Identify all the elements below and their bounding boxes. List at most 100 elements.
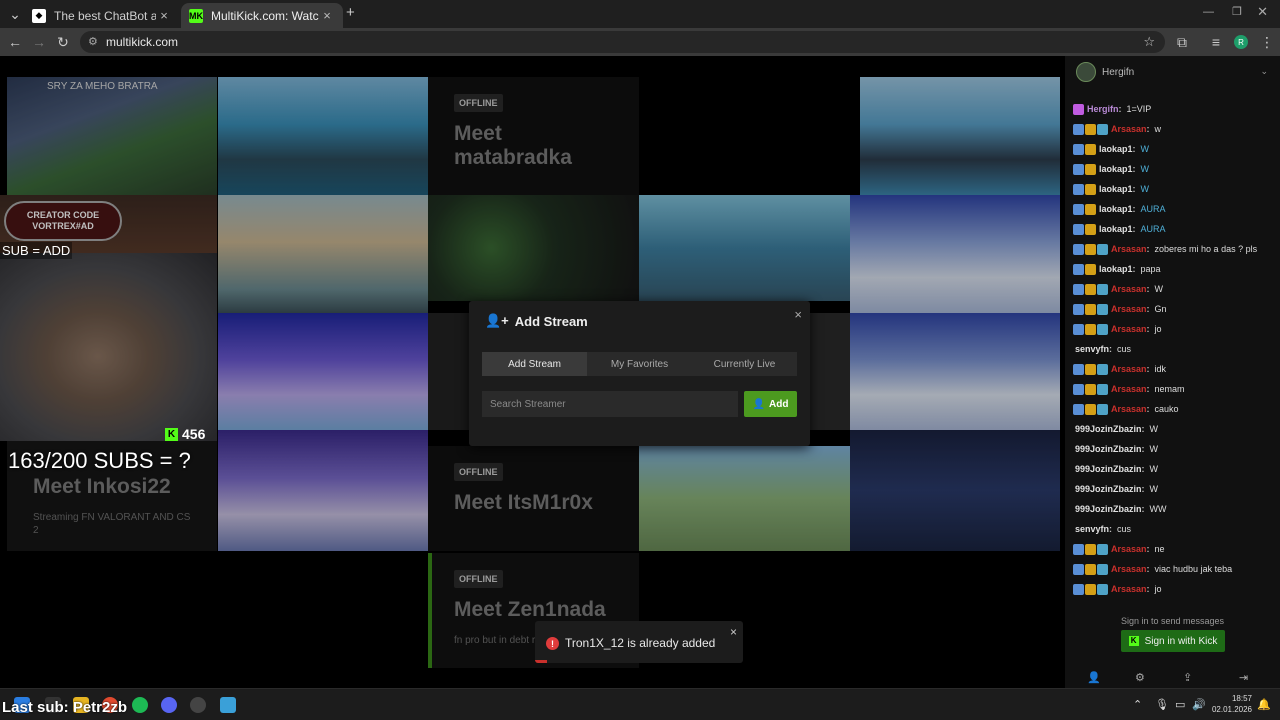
signin-with-kick-button[interactable]: K Sign in with Kick [1121,630,1225,652]
error-toast: ! Tron1X_12 is already added × [535,621,743,663]
chat-separator: : [1109,524,1113,534]
close-tab-icon[interactable]: × [319,8,335,23]
chat-message: Arsasan: nemam [1073,379,1278,399]
tab-add-stream[interactable]: Add Stream [482,352,587,376]
add-button-label: Add [769,398,789,410]
chat-badge-icon [1085,303,1096,315]
chat-badge-icon [1097,243,1108,255]
microphone-icon[interactable]: 🎙 [1155,698,1169,711]
back-icon[interactable]: ← [4,31,26,53]
system-clock[interactable]: 18:57 02.01.2026 [1212,693,1252,715]
chat-username[interactable]: Arsasan [1111,364,1147,374]
browser-toolbar: ← → ↻ ⚙ multikick.com ☆ ⧉ ≡ R ⋮ [0,28,1280,56]
share-icon[interactable]: ⇪ [1183,671,1192,684]
close-window-icon[interactable]: ✕ [1257,4,1268,20]
chat-message: 999JozinZbazin: W [1073,419,1278,439]
signin-prompt: Sign in to send messages [1120,616,1225,626]
chat-header[interactable]: Hergifn ⌄ [1065,56,1280,88]
profile-avatar[interactable]: R [1234,35,1248,49]
tab-search-button[interactable]: ⌄ [4,3,26,25]
chat-username[interactable]: laokap1 [1099,224,1133,234]
chat-username[interactable]: laokap1 [1099,264,1133,274]
chat-badge-icon [1097,403,1108,415]
chat-separator: : [1146,324,1150,334]
chat-username[interactable]: Arsasan [1111,324,1147,334]
chat-separator: : [1141,444,1145,454]
browser-tab-multikick[interactable]: MK MultiKick.com: Watch Multiple × [181,3,343,28]
chat-badge-icon [1097,303,1108,315]
chat-username[interactable]: Arsasan [1111,304,1147,314]
close-tab-icon[interactable]: × [156,8,172,23]
chat-username[interactable]: laokap1 [1099,204,1133,214]
bookmark-star-icon[interactable]: ☆ [1143,34,1155,50]
volume-icon[interactable]: 🔊 [1192,698,1206,711]
chat-badge-icon [1073,383,1084,395]
minimize-icon[interactable]: — [1203,6,1214,18]
chat-username[interactable]: Arsasan [1111,404,1147,414]
gear-icon[interactable]: ⚙ [1135,671,1145,684]
chat-text: cauko [1154,404,1179,414]
chat-username[interactable]: 999JozinZbazin [1075,444,1142,454]
menu-dots-icon[interactable]: ⋮ [1256,31,1278,53]
extensions-icon[interactable]: ⧉ [1171,31,1193,53]
tab-my-favorites[interactable]: My Favorites [587,352,692,376]
logout-icon[interactable]: ⇥ [1239,671,1248,684]
chevron-down-icon[interactable]: ⌄ [1260,66,1268,77]
new-tab-button[interactable]: + [346,4,355,21]
chat-badge-icon [1085,203,1096,215]
network-icon[interactable]: ▭ [1175,698,1185,711]
restore-icon[interactable]: ❐ [1232,5,1242,18]
chat-username[interactable]: 999JozinZbazin [1075,484,1142,494]
chat-text: W [1140,144,1150,154]
viewer-count: K 456 [165,426,205,442]
chat-message: laokap1: W [1073,179,1278,199]
spotify-icon[interactable] [132,697,148,713]
forward-icon[interactable]: → [28,31,50,53]
chat-username[interactable]: 999JozinZbazin [1075,504,1142,514]
chat-username[interactable]: Arsasan [1111,584,1147,594]
multikick-page: SRY ZA MEHO BRATRA OFFLINE Meet matabrad… [0,56,1280,688]
chat-message: laokap1: AURA [1073,199,1278,219]
chat-username[interactable]: Arsasan [1111,244,1147,254]
add-user-icon[interactable]: 👤 [1087,671,1101,684]
browser-tab-chatbot[interactable]: ◆ The best ChatBot and Widgets × [24,3,180,28]
app-icon[interactable] [220,697,236,713]
chat-message: Arsasan: jo [1073,319,1278,339]
chat-separator: : [1132,184,1136,194]
chat-username[interactable]: laokap1 [1099,184,1133,194]
chat-username[interactable]: 999JozinZbazin [1075,464,1142,474]
search-streamer-input[interactable] [482,391,738,417]
add-stream-button[interactable]: 👤 Add [744,391,797,417]
chat-badge-icon [1085,263,1096,275]
chat-username[interactable]: 999JozinZbazin [1075,424,1142,434]
chat-username[interactable]: laokap1 [1099,164,1133,174]
chat-username[interactable]: Arsasan [1111,544,1147,554]
chat-username[interactable]: Arsasan [1111,284,1147,294]
modal-close-button[interactable]: × [794,307,802,322]
chat-text: ne [1154,544,1165,554]
chat-username[interactable]: senvyfn [1075,524,1109,534]
chevron-down-icon: ⌄ [9,5,21,22]
media-controls-icon[interactable]: ≡ [1205,31,1227,53]
toast-close-button[interactable]: × [730,625,737,639]
obs-icon[interactable] [190,697,206,713]
windows-taskbar: Last sub: Petr2zb ⌃ 🎙 ▭ 🔊 18:57 02.01.20… [0,688,1280,720]
chat-username[interactable]: laokap1 [1099,144,1133,154]
chat-username[interactable]: Arsasan [1111,564,1147,574]
chat-username[interactable]: Hergifn [1087,104,1119,114]
notification-bell-icon[interactable]: 🔔 [1257,698,1271,711]
chat-separator: : [1132,144,1136,154]
chat-badge-icon [1085,583,1096,595]
address-bar[interactable]: ⚙ multikick.com ☆ [80,31,1165,53]
chat-username[interactable]: Arsasan [1111,124,1147,134]
tab-currently-live[interactable]: Currently Live [692,352,797,376]
chat-username[interactable]: senvyfn [1075,344,1109,354]
chat-text: W [1140,164,1150,174]
chat-badge-icon [1073,123,1084,135]
chevron-up-icon[interactable]: ⌃ [1133,698,1142,711]
site-info-icon[interactable]: ⚙ [88,35,98,48]
chat-username[interactable]: Arsasan [1111,384,1147,394]
reload-icon[interactable]: ↻ [52,31,74,53]
discord-icon[interactable] [161,697,177,713]
chat-separator: : [1109,344,1113,354]
